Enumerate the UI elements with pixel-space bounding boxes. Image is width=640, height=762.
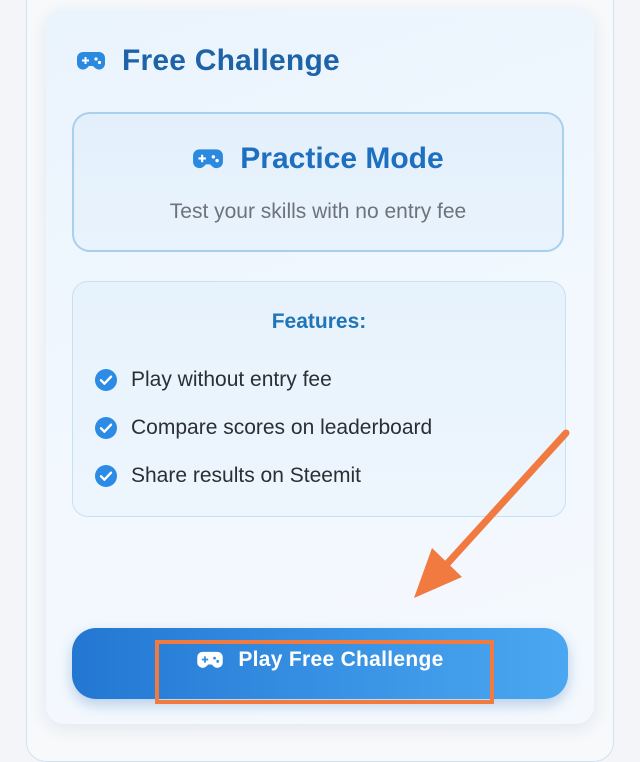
- play-button-content: Play Free Challenge: [196, 648, 443, 672]
- gamepad-icon: [193, 149, 224, 169]
- features-heading: Features:: [271, 310, 367, 333]
- card-title: Free Challenge: [122, 44, 340, 77]
- check-circle-icon: [95, 369, 117, 391]
- practice-mode-subtitle: Test your skills with no entry fee: [169, 200, 467, 223]
- feature-item: Play without entry fee: [95, 356, 432, 404]
- gamepad-icon: [197, 651, 224, 668]
- card-header: Free Challenge: [76, 40, 340, 82]
- feature-label: Play without entry fee: [131, 368, 332, 391]
- gamepad-icon: [77, 52, 105, 70]
- check-circle-icon: [95, 465, 117, 487]
- practice-mode-title: Practice Mode: [240, 142, 444, 175]
- feature-item: Compare scores on leaderboard: [95, 404, 432, 452]
- play-free-challenge-button[interactable]: Play Free Challenge: [72, 628, 568, 699]
- feature-list: Play without entry fee Compare scores on…: [95, 356, 432, 500]
- feature-label: Compare scores on leaderboard: [131, 416, 433, 439]
- features-panel: Features: Play without entry fee Compare…: [72, 281, 566, 517]
- play-button-label: Play Free Challenge: [238, 647, 444, 671]
- feature-item: Share results on Steemit: [95, 452, 432, 500]
- practice-mode-title-row: Practice Mode: [74, 142, 562, 176]
- feature-label: Share results on Steemit: [131, 464, 361, 487]
- check-circle-icon: [95, 417, 117, 439]
- practice-mode-panel: Practice Mode Test your skills with no e…: [72, 112, 564, 252]
